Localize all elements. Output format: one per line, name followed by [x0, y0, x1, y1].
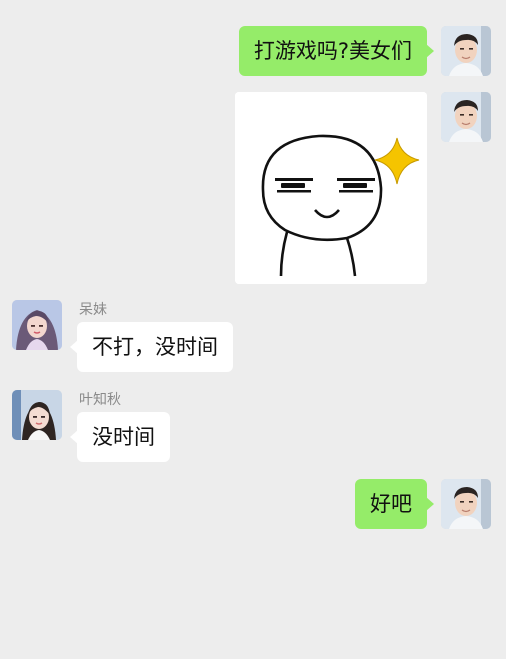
male-portrait-avatar-icon [441, 92, 491, 142]
my-avatar[interactable] [441, 92, 491, 142]
message-text: 打游戏吗?美女们 [253, 39, 412, 63]
chat-area[interactable]: 打游戏吗?美女们 呆妹 不打，没时间 叶知秋 没时间 好吧 [0, 0, 506, 659]
smug-face-sticker-icon [235, 92, 427, 284]
message-bubble-incoming[interactable]: 没时间 [70, 412, 170, 462]
female-portrait-avatar-icon [12, 300, 62, 350]
yezhiqiu-avatar[interactable] [12, 390, 62, 440]
sender-name: 呆妹 [79, 302, 107, 318]
message-row: 叶知秋 没时间 [0, 388, 506, 468]
message-text: 没时间 [92, 425, 155, 449]
male-portrait-avatar-icon [441, 479, 491, 529]
male-portrait-avatar-icon [441, 26, 491, 76]
message-bubble-outgoing[interactable]: 好吧 [355, 479, 434, 529]
message-text: 不打，没时间 [92, 335, 218, 359]
my-avatar[interactable] [441, 26, 491, 76]
message-row: 打游戏吗?美女们 [0, 25, 506, 77]
my-avatar[interactable] [441, 479, 491, 529]
message-row: 呆妹 不打，没时间 [0, 298, 506, 378]
sticker-message[interactable] [235, 92, 427, 284]
message-bubble-outgoing[interactable]: 打游戏吗?美女们 [238, 26, 435, 76]
message-text: 好吧 [370, 492, 412, 516]
message-bubble-incoming[interactable]: 不打，没时间 [70, 322, 233, 372]
female-portrait-avatar-icon [12, 390, 62, 440]
daimei-avatar[interactable] [12, 300, 62, 350]
message-row: 好吧 [0, 477, 506, 531]
sender-name: 叶知秋 [79, 392, 121, 408]
